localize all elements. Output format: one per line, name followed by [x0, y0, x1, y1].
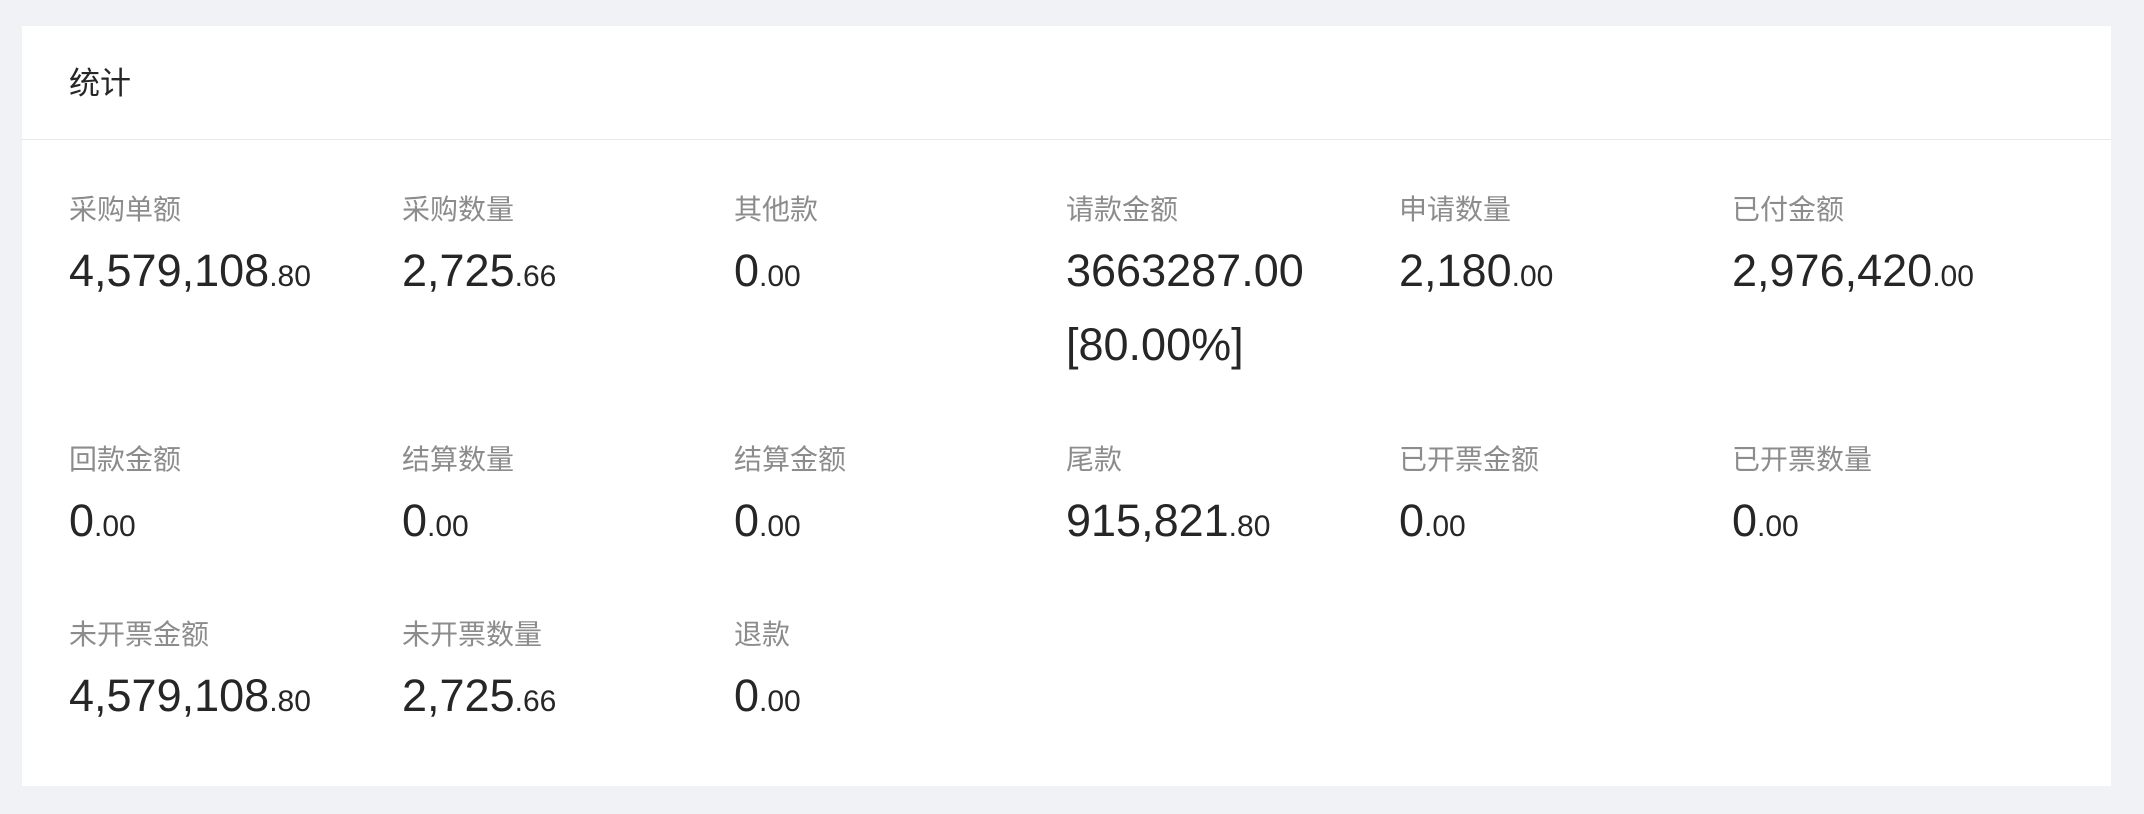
- statistics-card: 统计 采购单额 4,579,108.80 采购数量 2,725.66 其他款 0…: [22, 26, 2111, 786]
- stat-value-integer: 4,579,108: [69, 670, 270, 721]
- stat-settlement-quantity: 结算数量 0.00: [402, 444, 722, 544]
- stat-purchase-quantity: 采购数量 2,725.66: [402, 194, 722, 294]
- stat-value-integer: 915,821: [1066, 495, 1229, 546]
- stat-value-decimal: .80: [269, 260, 311, 293]
- stat-value: 0.00: [734, 248, 1054, 293]
- stat-value-decimal: .00: [1932, 260, 1974, 293]
- stat-value-integer: 0: [734, 245, 760, 296]
- stat-value: 2,725.66: [402, 248, 722, 293]
- stat-label: 未开票数量: [402, 619, 543, 650]
- stat-value-integer: 2,725: [402, 245, 515, 296]
- stat-value-integer: 4,579,108: [69, 245, 270, 296]
- stat-value-decimal: .66: [514, 260, 557, 293]
- stat-value-integer: 0: [69, 495, 95, 546]
- stat-purchase-amount: 采购单额 4,579,108.80: [69, 194, 389, 294]
- stat-label: 其他款: [734, 194, 819, 225]
- stat-refund-received-amount: 回款金额 0.00: [69, 444, 389, 544]
- stat-value-decimal: .00: [1511, 260, 1554, 293]
- stat-value-integer: 2,725: [402, 670, 515, 721]
- stat-value: 4,579,108.80: [69, 248, 389, 293]
- stat-value-integer: 0: [1732, 495, 1758, 546]
- stat-value: 915,821.80: [1066, 498, 1386, 543]
- stat-uninvoiced-amount: 未开票金额 4,579,108.80: [69, 619, 389, 719]
- stat-other-payment: 其他款 0.00: [734, 194, 1054, 294]
- stat-value-decimal: .80: [269, 685, 311, 718]
- card-header: 统计: [22, 26, 2111, 140]
- stat-label: 结算金额: [734, 444, 847, 475]
- stat-value: 0.00: [734, 498, 1054, 543]
- stat-label: 请款金额: [1066, 194, 1179, 225]
- stat-value: 2,725.66: [402, 673, 722, 718]
- stat-invoiced-quantity: 已开票数量 0.00: [1732, 444, 2052, 544]
- stat-value-integer: 0: [734, 495, 760, 546]
- stat-label: 采购数量: [402, 194, 515, 225]
- stat-uninvoiced-quantity: 未开票数量 2,725.66: [402, 619, 722, 719]
- stat-value-decimal: .66: [514, 685, 557, 718]
- stat-value-decimal: .00: [1757, 510, 1799, 543]
- stat-value: 0.00: [69, 498, 389, 543]
- stat-label: 回款金额: [69, 444, 182, 475]
- stat-value-integer: 0: [402, 495, 428, 546]
- stat-value-decimal: .00: [1424, 510, 1466, 543]
- stat-value-decimal: .00: [427, 510, 469, 543]
- stat-label: 尾款: [1066, 444, 1123, 475]
- stat-value: 4,579,108.80: [69, 673, 389, 718]
- stat-value: 2,976,420.00: [1732, 248, 2052, 293]
- stat-value: 3663287.00 [80.00%]: [1066, 248, 1386, 367]
- stat-value-decimal: .00: [759, 510, 801, 543]
- stat-value: 0.00: [1732, 498, 2052, 543]
- stat-label: 申请数量: [1399, 194, 1512, 225]
- stat-label: 退款: [734, 619, 791, 650]
- stat-refund: 退款 0.00: [734, 619, 1054, 719]
- stat-value-decimal: .00: [759, 260, 801, 293]
- stat-value-decimal: .00: [94, 510, 136, 543]
- stat-value-integer: 2,976,420: [1732, 245, 1933, 296]
- stat-value-integer: 2,180: [1399, 245, 1512, 296]
- stat-value-decimal: .00: [759, 685, 801, 718]
- stat-value-integer: 0: [1399, 495, 1425, 546]
- stat-value: 0.00: [1399, 498, 1719, 543]
- stat-balance-payment: 尾款 915,821.80: [1066, 444, 1386, 544]
- stat-invoiced-amount: 已开票金额 0.00: [1399, 444, 1719, 544]
- stat-value-decimal: .80: [1228, 510, 1271, 543]
- stat-value-integer: 3663287.00: [1066, 245, 1304, 296]
- stat-label: 已付金额: [1732, 194, 1845, 225]
- stat-label: 采购单额: [69, 194, 182, 225]
- stat-value: 2,180.00: [1399, 248, 1719, 293]
- stat-paid-amount: 已付金额 2,976,420.00: [1732, 194, 2052, 294]
- stat-application-quantity: 申请数量 2,180.00: [1399, 194, 1719, 294]
- stat-value: 0.00: [734, 673, 1054, 718]
- stat-label: 未开票金额: [69, 619, 210, 650]
- stat-value-integer: 0: [734, 670, 760, 721]
- stat-label: 结算数量: [402, 444, 515, 475]
- stat-label: 已开票数量: [1732, 444, 1873, 475]
- stat-request-amount: 请款金额 3663287.00 [80.00%]: [1066, 194, 1386, 368]
- card-title: 统计: [69, 66, 131, 101]
- stat-settlement-amount: 结算金额 0.00: [734, 444, 1054, 544]
- stat-label: 已开票金额: [1399, 444, 1540, 475]
- stat-value-percentage: [80.00%]: [1066, 319, 1244, 370]
- stat-value: 0.00: [402, 498, 722, 543]
